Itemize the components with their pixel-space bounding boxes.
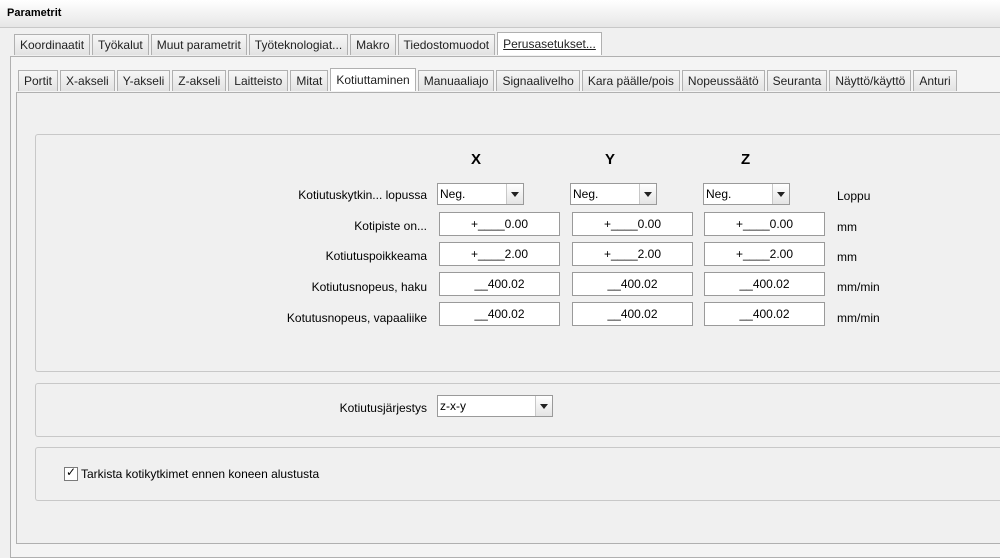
tab-z-akseli[interactable]: Z-akseli: [172, 70, 227, 91]
home-offset-z-input[interactable]: +____2.00: [704, 242, 825, 266]
home-speed-release-y-input[interactable]: __400.02: [572, 302, 693, 326]
home-switch-y-value: Neg.: [573, 187, 599, 201]
tab-muut-parametrit[interactable]: Muut parametrit: [150, 34, 247, 55]
tab-anturi[interactable]: Anturi: [913, 70, 957, 91]
check-switches-label: Tarkista kotikytkimet ennen koneen alust…: [81, 467, 320, 481]
home-offset-label: Kotiutuspoikkeama: [325, 249, 427, 263]
sub-tab-bar: Portit X-akseli Y-akseli Z-akseli Laitte…: [18, 68, 959, 92]
home-speed-search-z-input[interactable]: __400.02: [704, 272, 825, 296]
home-point-x-input[interactable]: +____0.00: [439, 212, 560, 236]
tab-y-akseli[interactable]: Y-akseli: [116, 70, 171, 91]
tab-naytto-kaytto[interactable]: Näyttö/käyttö: [829, 70, 912, 91]
homing-order-label: Kotiutusjärjestys: [339, 401, 427, 415]
homing-order-select[interactable]: z-x-y: [437, 395, 553, 417]
chevron-down-icon[interactable]: [772, 184, 789, 204]
chevron-down-icon[interactable]: [535, 396, 552, 416]
home-point-label: Kotipiste on...: [354, 219, 427, 233]
home-speed-release-unit: mm/min: [837, 311, 880, 325]
tab-perusasetukset-label: Perusasetukset...: [503, 37, 596, 51]
home-switch-label: Kotiutuskytkin... lopussa: [298, 188, 427, 202]
home-offset-y-input[interactable]: +____2.00: [572, 242, 693, 266]
home-speed-search-x-input[interactable]: __400.02: [439, 272, 560, 296]
home-speed-search-unit: mm/min: [837, 280, 880, 294]
axis-y-header: Y: [605, 151, 616, 168]
axis-x-header: X: [471, 151, 482, 168]
home-speed-release-z-input[interactable]: __400.02: [704, 302, 825, 326]
check-switches-checkbox[interactable]: [64, 465, 78, 481]
home-point-unit: mm: [837, 220, 857, 234]
tab-tyoteknologiat[interactable]: Työteknologiat...: [248, 34, 349, 55]
window-title: Parametrit: [7, 7, 62, 19]
chevron-down-icon[interactable]: [639, 184, 656, 204]
homing-order-value: z-x-y: [440, 399, 466, 413]
home-speed-search-y-input[interactable]: __400.02: [572, 272, 693, 296]
tab-kotiuttaminen[interactable]: Kotiuttaminen: [330, 68, 416, 91]
home-point-z-input[interactable]: +____0.00: [704, 212, 825, 236]
home-switch-x-select[interactable]: Neg.: [437, 183, 524, 205]
home-switch-x-value: Neg.: [440, 187, 466, 201]
home-speed-release-x-input[interactable]: __400.02: [439, 302, 560, 326]
tab-portit[interactable]: Portit: [18, 70, 59, 91]
home-switch-unit: Loppu: [837, 189, 871, 203]
tab-manuaaliajo[interactable]: Manuaaliajo: [417, 70, 495, 91]
tab-tyokalut[interactable]: Työkalut: [92, 34, 149, 55]
tab-tiedostomuodot[interactable]: Tiedostomuodot: [397, 34, 496, 55]
home-point-y-input[interactable]: +____0.00: [572, 212, 693, 236]
axis-z-header: Z: [741, 151, 751, 168]
title-bar: Parametrit: [0, 0, 1000, 28]
home-switch-y-select[interactable]: Neg.: [570, 183, 657, 205]
home-speed-search-label: Kotiutusnopeus, haku: [311, 280, 427, 294]
tab-nopeussaato[interactable]: Nopeussäätö: [681, 70, 765, 91]
tab-mitat[interactable]: Mitat: [290, 70, 329, 91]
home-switch-z-select[interactable]: Neg.: [703, 183, 790, 205]
chevron-down-icon[interactable]: [506, 184, 523, 204]
tab-laitteisto[interactable]: Laitteisto: [228, 70, 289, 91]
home-offset-x-input[interactable]: +____2.00: [439, 242, 560, 266]
tab-seuranta[interactable]: Seuranta: [766, 70, 828, 91]
tab-perusasetukset[interactable]: Perusasetukset...: [497, 32, 602, 55]
tab-makro[interactable]: Makro: [350, 34, 396, 55]
home-offset-unit: mm: [837, 250, 857, 264]
tab-signaalivelho[interactable]: Signaalivelho: [496, 70, 580, 91]
tab-koordinaatit[interactable]: Koordinaatit: [14, 34, 91, 55]
tab-kara[interactable]: Kara päälle/pois: [581, 70, 680, 91]
tab-x-akseli[interactable]: X-akseli: [60, 70, 115, 91]
home-switch-z-value: Neg.: [706, 187, 732, 201]
main-tab-bar: Koordinaatit Työkalut Muut parametrit Ty…: [14, 32, 604, 56]
home-speed-release-label: Kotutusnopeus, vapaaliike: [286, 311, 427, 325]
